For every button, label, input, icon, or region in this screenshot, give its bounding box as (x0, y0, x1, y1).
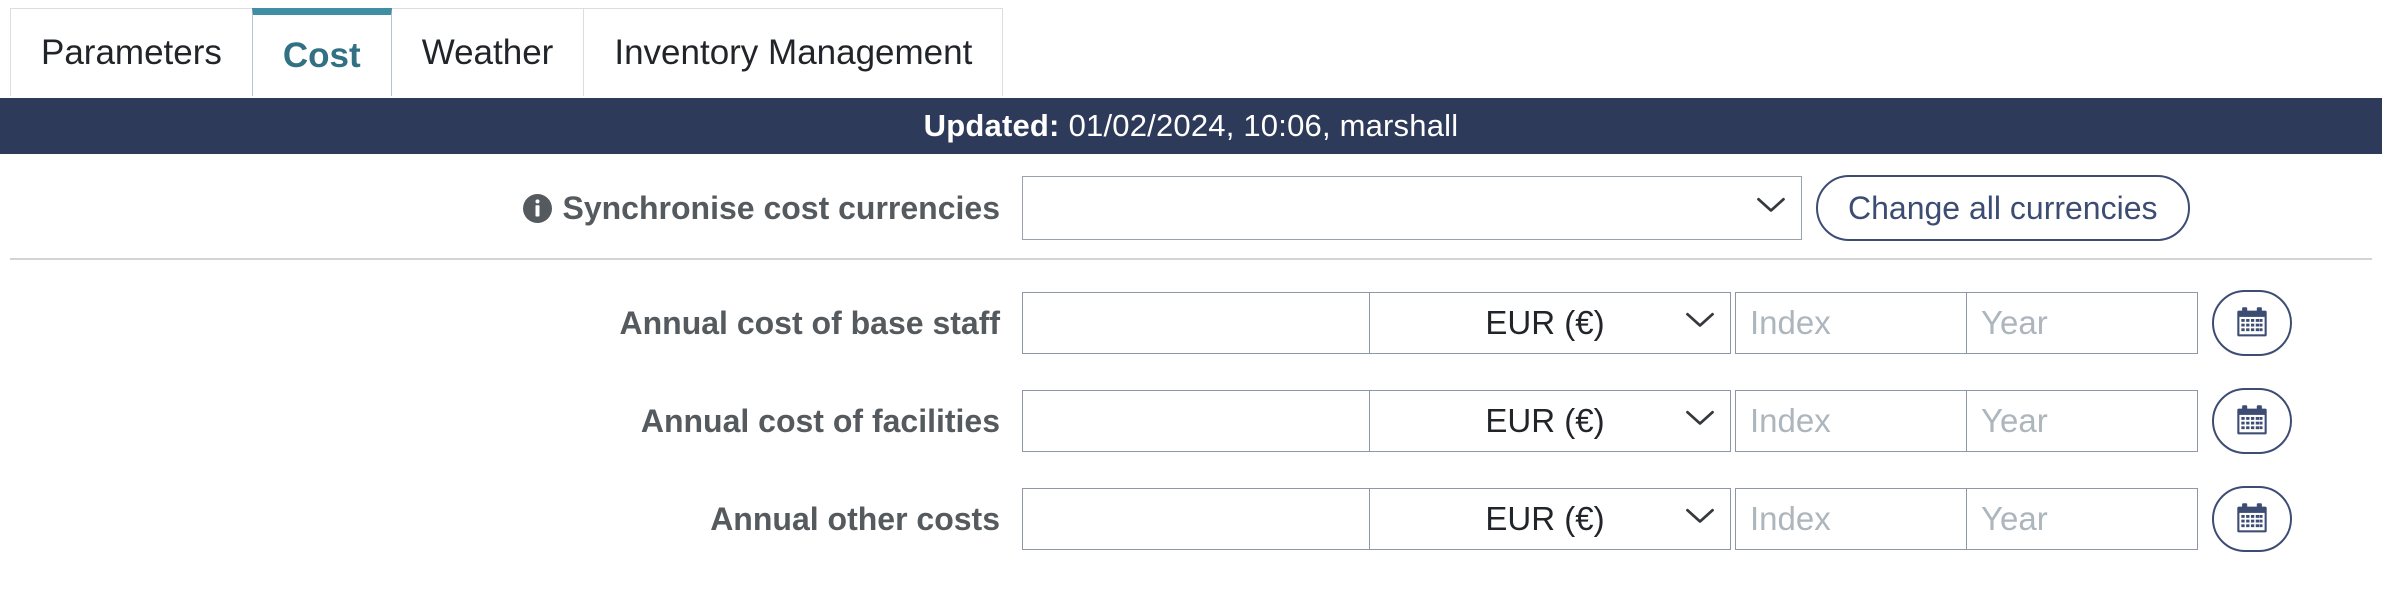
updated-label: Updated: (923, 108, 1060, 143)
calendar-icon (2234, 402, 2270, 441)
calendar-icon (2234, 304, 2270, 343)
synchronise-label-text: Synchronise cost currencies (562, 189, 1000, 226)
cost-value-input[interactable] (1022, 292, 1370, 354)
year-input[interactable] (1966, 292, 2198, 354)
year-input[interactable] (1966, 390, 2198, 452)
tab-parameters[interactable]: Parameters (10, 8, 253, 96)
tab-cost-label: Cost (282, 36, 361, 75)
currency-select[interactable] (1369, 292, 1731, 354)
tab-parameters-label: Parameters (41, 33, 222, 72)
synchronise-label-cell: Synchronise cost currencies (0, 190, 1022, 227)
calendar-button[interactable] (2212, 388, 2292, 454)
calendar-icon (2234, 500, 2270, 539)
currency-select[interactable] (1369, 390, 1731, 452)
calendar-button[interactable] (2212, 290, 2292, 356)
cost-rows-section: Annual cost of base staff EUR (€) Index … (0, 260, 2382, 568)
year-input[interactable] (1966, 488, 2198, 550)
synchronise-section: Synchronise cost currencies Change all c… (0, 154, 2382, 260)
cost-row: Annual cost of facilities (0, 372, 2382, 470)
currency-select-wrap (1369, 390, 1731, 452)
tab-weather-label: Weather (421, 33, 554, 72)
tab-bar: Parameters Cost Weather Inventory Manage… (0, 0, 2382, 98)
cost-form: Synchronise cost currencies Change all c… (0, 154, 2382, 568)
synchronise-currency-select[interactable] (1022, 176, 1802, 240)
cost-row-controls (1022, 486, 2292, 552)
cost-value-input[interactable] (1022, 488, 1370, 550)
currency-select[interactable] (1369, 488, 1731, 550)
currency-select-wrap (1369, 292, 1731, 354)
change-all-currencies-button[interactable]: Change all currencies (1816, 175, 2190, 241)
cost-row: Annual cost of base staff (0, 274, 2382, 372)
updated-banner: Updated: 01/02/2024, 10:06, marshall (0, 98, 2382, 154)
cost-row-controls (1022, 388, 2292, 454)
cost-row-label: Annual other costs (710, 500, 1000, 537)
synchronise-row: Synchronise cost currencies Change all c… (0, 158, 2382, 258)
change-all-currencies-label: Change all currencies (1848, 189, 2158, 226)
index-input[interactable] (1735, 292, 1967, 354)
synchronise-select-wrap (1022, 176, 1802, 240)
cost-value-input[interactable] (1022, 390, 1370, 452)
tab-inventory-management-label: Inventory Management (614, 33, 973, 72)
tab-inventory-management[interactable]: Inventory Management (583, 8, 1004, 96)
cost-row-label: Annual cost of base staff (619, 304, 1001, 341)
synchronise-controls: Change all currencies (1022, 175, 2190, 241)
index-input[interactable] (1735, 488, 1967, 550)
updated-value: 01/02/2024, 10:06, marshall (1068, 108, 1459, 143)
tab-weather[interactable]: Weather (390, 8, 585, 96)
calendar-button[interactable] (2212, 486, 2292, 552)
cost-row-controls (1022, 290, 2292, 356)
info-circle-icon (523, 193, 553, 223)
cost-row-label: Annual cost of facilities (640, 402, 1000, 439)
cost-row: Annual other costs (0, 470, 2382, 568)
cost-settings-page: Parameters Cost Weather Inventory Manage… (0, 0, 2382, 606)
index-input[interactable] (1735, 390, 1967, 452)
tab-cost[interactable]: Cost (251, 8, 392, 96)
currency-select-wrap (1369, 488, 1731, 550)
